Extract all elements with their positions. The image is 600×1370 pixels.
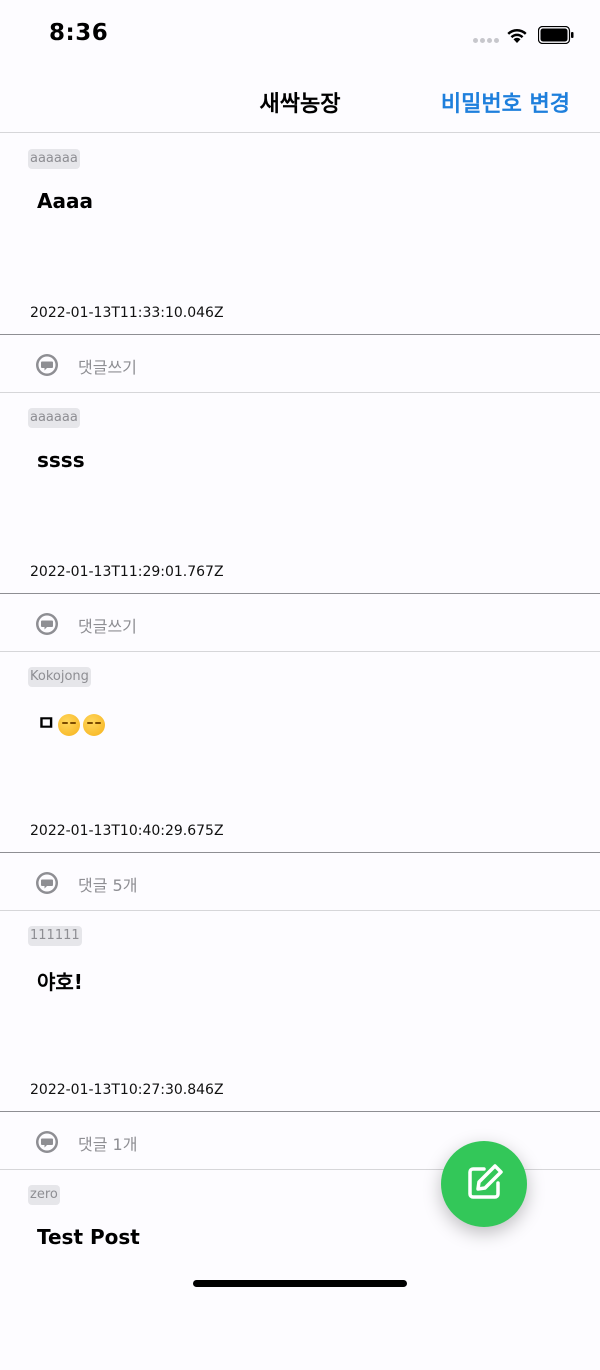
- post-card[interactable]: aaaaaa Aaaa 2022-01-13T11:33:10.046Z: [0, 134, 600, 334]
- post-content: Aaaa: [37, 189, 93, 213]
- comment-label: 댓글 5개: [78, 876, 138, 895]
- battery-icon: [538, 26, 574, 44]
- home-indicator[interactable]: [193, 1280, 407, 1287]
- author-badge: aaaaaa: [28, 149, 80, 169]
- post-date: 2022-01-13T11:33:10.046Z: [30, 305, 224, 321]
- author-badge: Kokojong: [28, 667, 91, 687]
- comment-label: 댓글 1개: [78, 1135, 138, 1154]
- post-content: ㅁ: [37, 707, 106, 736]
- comment-button[interactable]: 댓글 5개: [0, 852, 600, 911]
- post-date: 2022-01-13T10:27:30.846Z: [30, 1082, 224, 1098]
- author-badge: 111111: [28, 926, 82, 946]
- speech-bubble-icon: [36, 1131, 58, 1153]
- post-date: 2022-01-13T10:40:29.675Z: [30, 823, 224, 839]
- post-content: Test Post: [37, 1225, 140, 1249]
- speech-bubble-icon: [36, 354, 58, 376]
- author-badge: aaaaaa: [28, 408, 80, 428]
- post-content-prefix: ㅁ: [37, 711, 56, 735]
- author-badge: zero: [28, 1185, 60, 1205]
- unamused-face-emoji-icon: [83, 713, 106, 736]
- compose-icon: [468, 1164, 503, 1199]
- status-time: 8:36: [49, 20, 109, 46]
- cellular-signal-icon: [473, 38, 499, 43]
- speech-bubble-icon: [36, 872, 58, 894]
- status-bar: 8:36: [0, 0, 600, 70]
- post-card[interactable]: 111111 야호! 2022-01-13T10:27:30.846Z: [0, 911, 600, 1111]
- comment-label: 댓글쓰기: [78, 617, 137, 636]
- wifi-icon: [507, 28, 527, 43]
- post-content: ssss: [37, 448, 85, 472]
- change-password-button[interactable]: 비밀번호 변경: [441, 86, 570, 118]
- comment-label: 댓글쓰기: [78, 358, 137, 377]
- post-date: 2022-01-13T11:29:01.767Z: [30, 564, 224, 580]
- navigation-bar: 새싹농장 비밀번호 변경: [0, 70, 600, 133]
- post-card[interactable]: aaaaaa ssss 2022-01-13T11:29:01.767Z: [0, 393, 600, 593]
- unamused-face-emoji-icon: [58, 713, 81, 736]
- comment-button[interactable]: 댓글쓰기: [0, 334, 600, 393]
- post-card[interactable]: Kokojong ㅁ 2022-01-13T10:40:29.675Z: [0, 652, 600, 852]
- speech-bubble-icon: [36, 613, 58, 635]
- comment-button[interactable]: 댓글쓰기: [0, 593, 600, 652]
- compose-button[interactable]: [441, 1141, 527, 1227]
- post-content: 야호!: [37, 970, 83, 994]
